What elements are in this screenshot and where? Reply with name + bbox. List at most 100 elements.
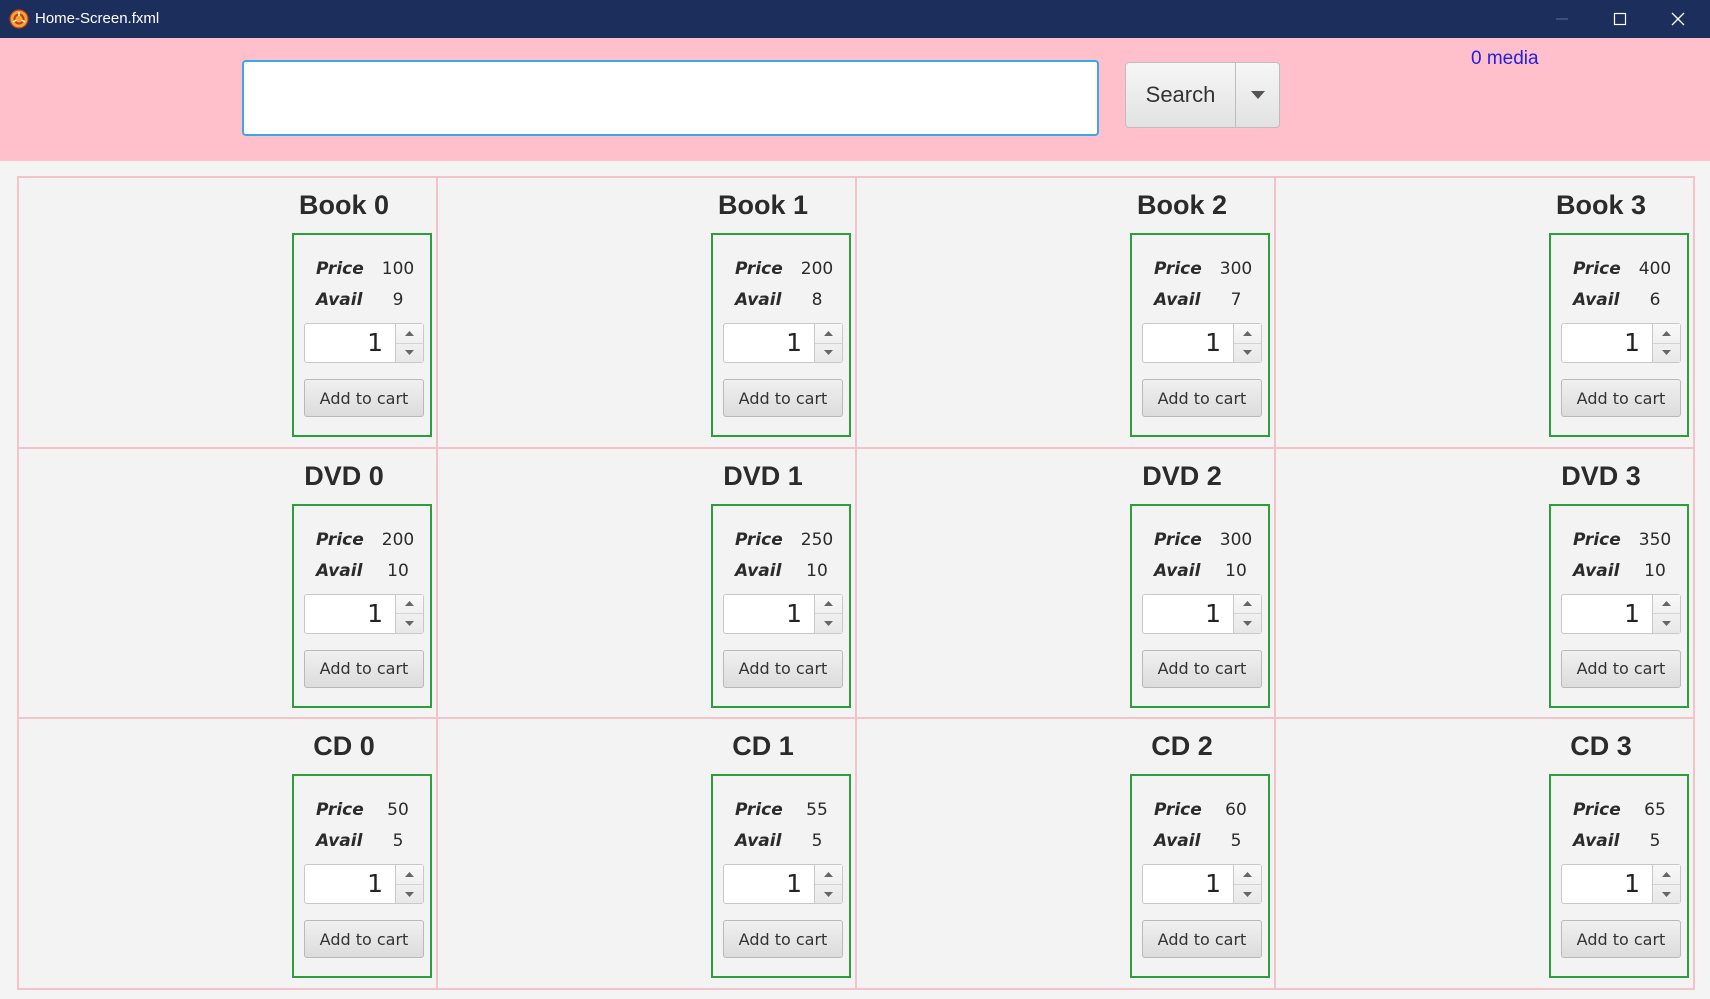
quantity-value[interactable]: 1 [724,324,814,362]
quantity-stepper[interactable]: 1 [304,593,424,634]
decrement-button[interactable] [815,614,842,633]
minimize-button[interactable] [1533,0,1591,38]
price-label: Price [735,800,783,821]
quantity-value[interactable]: 1 [305,324,395,362]
avail-row: Avail 9 [294,290,430,316]
quantity-stepper[interactable]: 1 [304,323,424,363]
price-value: 55 [806,800,828,821]
avail-label: Avail [735,831,782,852]
quantity-value[interactable]: 1 [1143,324,1233,362]
increment-button[interactable] [1653,865,1680,885]
price-row: Price 50 [294,800,430,826]
quantity-value[interactable]: 1 [1562,865,1652,903]
decrement-button[interactable] [1234,885,1261,904]
quantity-stepper[interactable]: 1 [1561,323,1681,363]
avail-label: Avail [316,831,363,852]
increment-button[interactable] [1653,595,1680,615]
add-to-cart-button[interactable]: Add to cart [1142,920,1262,959]
quantity-value[interactable]: 1 [1562,595,1652,633]
add-to-cart-button[interactable]: Add to cart [1142,379,1262,417]
media-card: Price 200 Avail 10 1 Add to cart [292,503,432,708]
decrement-button[interactable] [396,344,423,363]
quantity-value[interactable]: 1 [1562,324,1652,362]
add-to-cart-button[interactable]: Add to cart [1561,379,1681,417]
add-to-cart-button[interactable]: Add to cart [723,920,843,959]
avail-value: 7 [1230,290,1242,310]
chevron-up-icon [1243,601,1252,607]
avail-label: Avail [1154,290,1201,310]
search-input[interactable] [242,60,1099,136]
add-to-cart-button[interactable]: Add to cart [304,379,424,417]
stepper-buttons [395,594,423,633]
avail-label: Avail [316,560,363,581]
chevron-up-icon [824,872,833,878]
price-row: Price 300 [1132,259,1268,285]
add-to-cart-button[interactable]: Add to cart [723,379,843,417]
decrement-button[interactable] [1653,344,1680,363]
stepper-buttons [395,865,423,904]
media-cell: Book 1 Price 200 Avail 8 1 Add to cart [436,176,857,449]
increment-button[interactable] [815,865,842,885]
add-to-cart-button[interactable]: Add to cart [1561,649,1681,688]
increment-button[interactable] [1234,865,1261,885]
quantity-stepper[interactable]: 1 [723,864,843,905]
decrement-button[interactable] [1653,885,1680,904]
increment-button[interactable] [1234,595,1261,615]
quantity-stepper[interactable]: 1 [1561,864,1681,905]
chevron-up-icon [1243,330,1252,336]
decrement-button[interactable] [396,885,423,904]
decrement-button[interactable] [1234,614,1261,633]
search-button[interactable]: Search [1126,63,1236,127]
quantity-value[interactable]: 1 [724,865,814,903]
avail-row: Avail 5 [294,831,430,857]
increment-button[interactable] [1653,324,1680,344]
chevron-up-icon [824,330,833,336]
quantity-value[interactable]: 1 [1143,595,1233,633]
quantity-value[interactable]: 1 [305,865,395,903]
quantity-value[interactable]: 1 [305,595,395,633]
media-title: DVD 1 [723,460,803,491]
quantity-value[interactable]: 1 [724,595,814,633]
stepper-buttons [1233,594,1261,633]
price-value: 300 [1219,259,1253,279]
quantity-value[interactable]: 1 [1143,865,1233,903]
price-value: 250 [800,529,834,550]
decrement-button[interactable] [396,614,423,633]
quantity-stepper[interactable]: 1 [723,593,843,634]
quantity-stepper[interactable]: 1 [1142,323,1262,363]
quantity-stepper[interactable]: 1 [1142,864,1262,905]
increment-button[interactable] [815,595,842,615]
add-to-cart-button[interactable]: Add to cart [723,649,843,688]
add-to-cart-button[interactable]: Add to cart [1561,920,1681,959]
quantity-stepper[interactable]: 1 [1142,593,1262,634]
close-button[interactable] [1649,0,1707,38]
increment-button[interactable] [396,595,423,615]
maximize-button[interactable] [1591,0,1649,38]
add-to-cart-button[interactable]: Add to cart [1142,649,1262,688]
decrement-button[interactable] [1653,614,1680,633]
increment-button[interactable] [1234,324,1261,344]
avail-label: Avail [1154,560,1201,581]
decrement-button[interactable] [1234,344,1261,363]
media-cell: DVD 3 Price 350 Avail 10 1 Add to cart [1274,446,1695,720]
price-row: Price 350 [1551,530,1687,556]
add-to-cart-button[interactable]: Add to cart [304,649,424,688]
quantity-stepper[interactable]: 1 [1561,593,1681,634]
add-to-cart-button[interactable]: Add to cart [304,920,424,959]
quantity-stepper[interactable]: 1 [304,864,424,905]
price-row: Price 65 [1551,800,1687,826]
avail-row: Avail 7 [1132,290,1268,316]
quantity-stepper[interactable]: 1 [723,323,843,363]
avail-row: Avail 10 [294,561,430,587]
decrement-button[interactable] [815,344,842,363]
decrement-button[interactable] [815,885,842,904]
increment-button[interactable] [815,324,842,344]
chevron-down-icon [1243,350,1252,356]
media-cell: DVD 2 Price 300 Avail 10 1 Add to cart [855,446,1276,720]
increment-button[interactable] [396,324,423,344]
media-title: Book 1 [717,190,809,220]
search-dropdown-button[interactable] [1236,63,1279,127]
chevron-down-icon [1662,350,1671,356]
media-cell: CD 2 Price 60 Avail 5 1 Add to cart [855,717,1276,990]
increment-button[interactable] [396,865,423,885]
